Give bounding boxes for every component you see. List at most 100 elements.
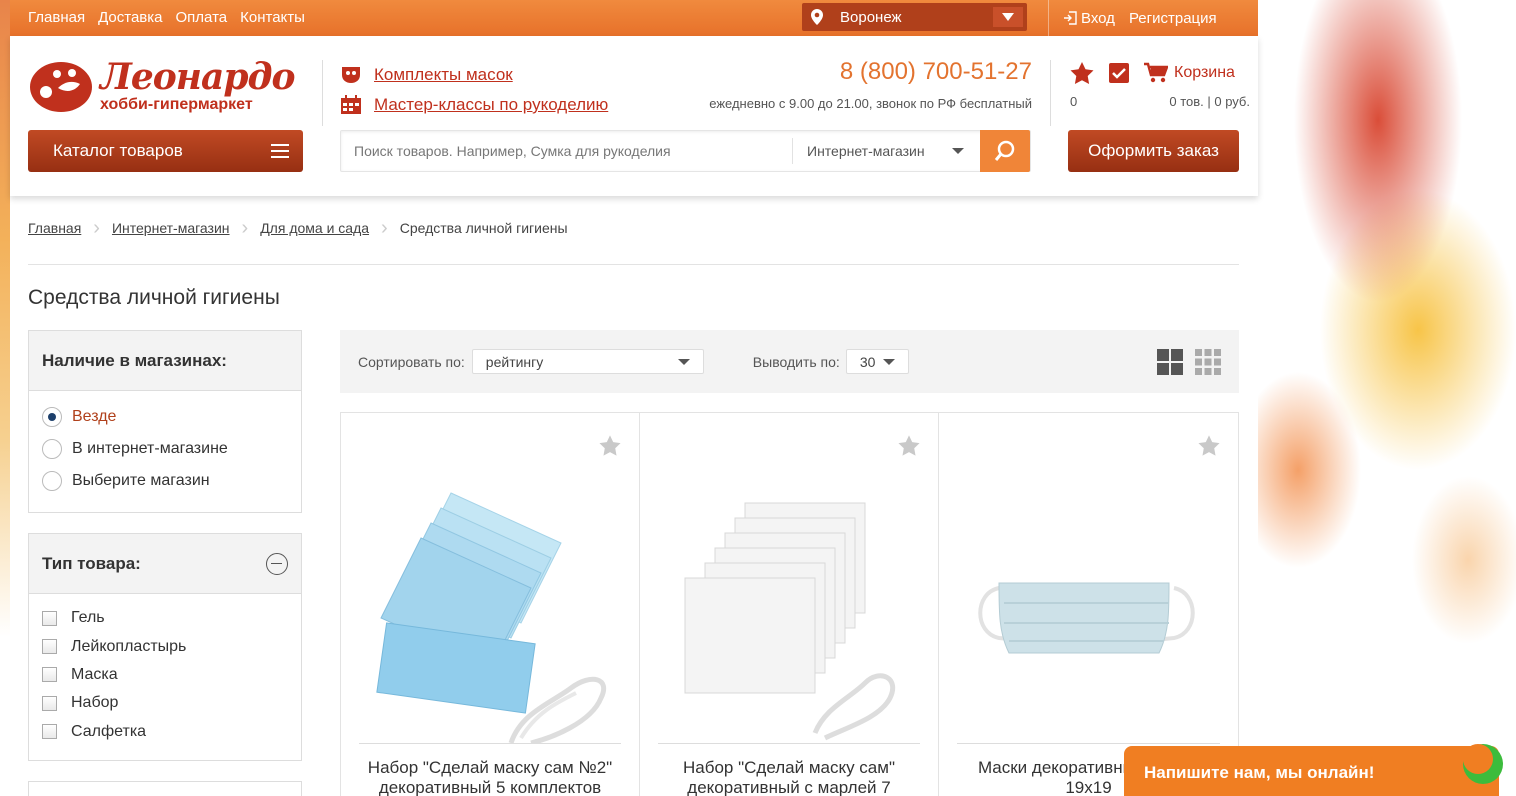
divider: [957, 743, 1220, 744]
grid-large-view-icon[interactable]: [1157, 348, 1183, 375]
breadcrumb-home-garden[interactable]: Для дома и сада: [260, 220, 369, 236]
product-card[interactable]: Маски декоративные белый 19х19: [939, 413, 1238, 796]
page-title: Средства личной гигиены: [28, 286, 280, 309]
availability-option-label: Везде: [72, 408, 117, 425]
nav-contacts-link[interactable]: Контакты: [240, 9, 305, 26]
mask-kits-link[interactable]: Комплекты масок: [374, 65, 513, 85]
sort-label: Сортировать по:: [358, 353, 465, 370]
type-option-gel[interactable]: Гель: [42, 604, 288, 632]
type-option-label: Салфетка: [71, 722, 147, 740]
type-option-label: Лейкопластырь: [71, 637, 187, 655]
cart-label: Корзина: [1174, 64, 1235, 81]
type-option-mask[interactable]: Маска: [42, 661, 288, 689]
product-grid: Набор "Сделай маску сам №2" декоративный…: [340, 412, 1239, 796]
type-option-label: Маска: [71, 665, 118, 683]
catalog-button[interactable]: Каталог товаров: [28, 130, 303, 172]
login-link[interactable]: Вход: [1063, 10, 1115, 27]
city-selector[interactable]: Воронеж: [802, 3, 1027, 31]
chevron-right-icon: ›: [241, 217, 249, 239]
divider: [28, 264, 1239, 265]
product-image[interactable]: [660, 473, 920, 743]
breadcrumb: Главная › Интернет-магазин › Для дома и …: [28, 217, 568, 239]
chevron-down-icon: [882, 358, 895, 365]
favorites-star-icon[interactable]: [1070, 62, 1094, 84]
chevron-down-icon[interactable]: [993, 7, 1023, 27]
type-option-plaster[interactable]: Лейкопластырь: [42, 632, 288, 660]
location-pin-icon: [802, 9, 832, 25]
checkbox[interactable]: [42, 695, 57, 711]
login-icon: [1064, 11, 1077, 25]
favorite-star-icon[interactable]: [1198, 435, 1220, 456]
search-input[interactable]: Поиск товаров. Например, Сумка для рукод…: [341, 143, 792, 159]
availability-option-store[interactable]: Выберите магазин: [42, 465, 288, 497]
cart-summary: 0 тов. | 0 руб.: [1169, 94, 1250, 109]
logo[interactable]: Леонардо хобби-гипермаркет: [28, 56, 308, 120]
register-link[interactable]: Регистрация: [1129, 10, 1217, 27]
view-switcher: [1157, 348, 1221, 375]
product-type-filter-header[interactable]: Тип товара:: [29, 534, 301, 594]
palette-logo-icon: [30, 62, 92, 112]
favorites-count: 0: [1070, 94, 1078, 109]
type-option-label: Набор: [71, 694, 119, 712]
product-image[interactable]: [959, 473, 1219, 743]
sort-select[interactable]: рейтингу: [471, 349, 704, 374]
product-type-filter-title: Тип товара:: [42, 553, 141, 573]
availability-filter: Наличие в магазинах: Везде В интернет-ма…: [28, 330, 302, 513]
per-page-select[interactable]: 30: [845, 349, 909, 374]
product-image[interactable]: [361, 473, 621, 743]
header: Леонардо хобби-гипермаркет Комплекты мас…: [10, 36, 1258, 196]
working-hours: ежедневно с 9.00 до 21.00, звонок по РФ …: [709, 96, 1032, 111]
availability-filter-title: Наличие в магазинах:: [42, 350, 227, 370]
search-button[interactable]: [980, 130, 1030, 172]
product-name[interactable]: Набор "Сделай маску сам №2" декоративный…: [355, 758, 625, 796]
availability-option-everywhere[interactable]: Везде: [42, 401, 288, 433]
phone-number[interactable]: 8 (800) 700-51-27: [709, 58, 1032, 86]
top-nav: Главная Доставка Оплата Контакты: [28, 9, 305, 26]
collapse-minus-icon[interactable]: [266, 552, 288, 575]
radio[interactable]: [42, 471, 62, 491]
nav-home-link[interactable]: Главная: [28, 9, 85, 26]
type-option-label: Гель: [71, 609, 105, 627]
per-page-label: Выводить по:: [752, 353, 840, 370]
search-bar: Поиск товаров. Например, Сумка для рукод…: [340, 130, 1031, 172]
divider: [658, 743, 920, 744]
checkbox[interactable]: [42, 610, 57, 626]
calendar-icon: [341, 95, 361, 114]
type-option-napkin[interactable]: Салфетка: [42, 718, 288, 746]
nav-delivery-link[interactable]: Доставка: [98, 9, 162, 26]
radio[interactable]: [42, 439, 62, 459]
type-option-kit[interactable]: Набор: [42, 689, 288, 717]
product-name[interactable]: Набор "Сделай маску сам" декоративный с …: [654, 758, 924, 796]
checkbox[interactable]: [42, 667, 57, 683]
availability-option-online[interactable]: В интернет-магазине: [42, 433, 288, 465]
cart-link[interactable]: Корзина: [1144, 62, 1235, 84]
online-chat-widget[interactable]: Напишите нам, мы онлайн!: [1124, 744, 1503, 796]
master-classes-link[interactable]: Мастер-классы по рукоделию: [374, 95, 608, 115]
availability-filter-header: Наличие в магазинах:: [29, 331, 301, 391]
sort-value: рейтингу: [485, 353, 544, 370]
breadcrumb-shop[interactable]: Интернет-магазин: [112, 220, 230, 236]
checkout-button[interactable]: Оформить заказ: [1068, 130, 1239, 172]
favorite-star-icon[interactable]: [599, 435, 621, 456]
search-scope-select[interactable]: Интернет-магазин: [792, 138, 980, 164]
chevron-right-icon: ›: [93, 217, 100, 239]
login-label: Вход: [1081, 9, 1115, 27]
nav-payment-link[interactable]: Оплата: [176, 9, 228, 26]
next-filter: [28, 781, 302, 796]
per-page-value: 30: [859, 353, 876, 370]
compare-check-icon[interactable]: [1108, 62, 1130, 84]
radio-selected[interactable]: [42, 407, 62, 427]
favorite-star-icon[interactable]: [898, 435, 920, 456]
grid-small-view-icon[interactable]: [1195, 348, 1221, 375]
breadcrumb-home[interactable]: Главная: [28, 220, 81, 236]
product-card[interactable]: Набор "Сделай маску сам №2" декоративный…: [341, 413, 640, 796]
city-name: Воронеж: [840, 8, 902, 26]
checkbox[interactable]: [42, 724, 57, 740]
page: Главная Доставка Оплата Контакты Воронеж…: [10, 0, 1258, 796]
checkbox[interactable]: [42, 639, 57, 655]
availability-option-label: Выберите магазин: [72, 472, 210, 489]
product-card[interactable]: Набор "Сделай маску сам" декоративный с …: [640, 413, 939, 796]
phone-block: 8 (800) 700-51-27 ежедневно с 9.00 до 21…: [709, 58, 1032, 111]
chevron-right-icon: ›: [381, 217, 388, 239]
top-bar: Главная Доставка Оплата Контакты Воронеж…: [10, 0, 1258, 36]
